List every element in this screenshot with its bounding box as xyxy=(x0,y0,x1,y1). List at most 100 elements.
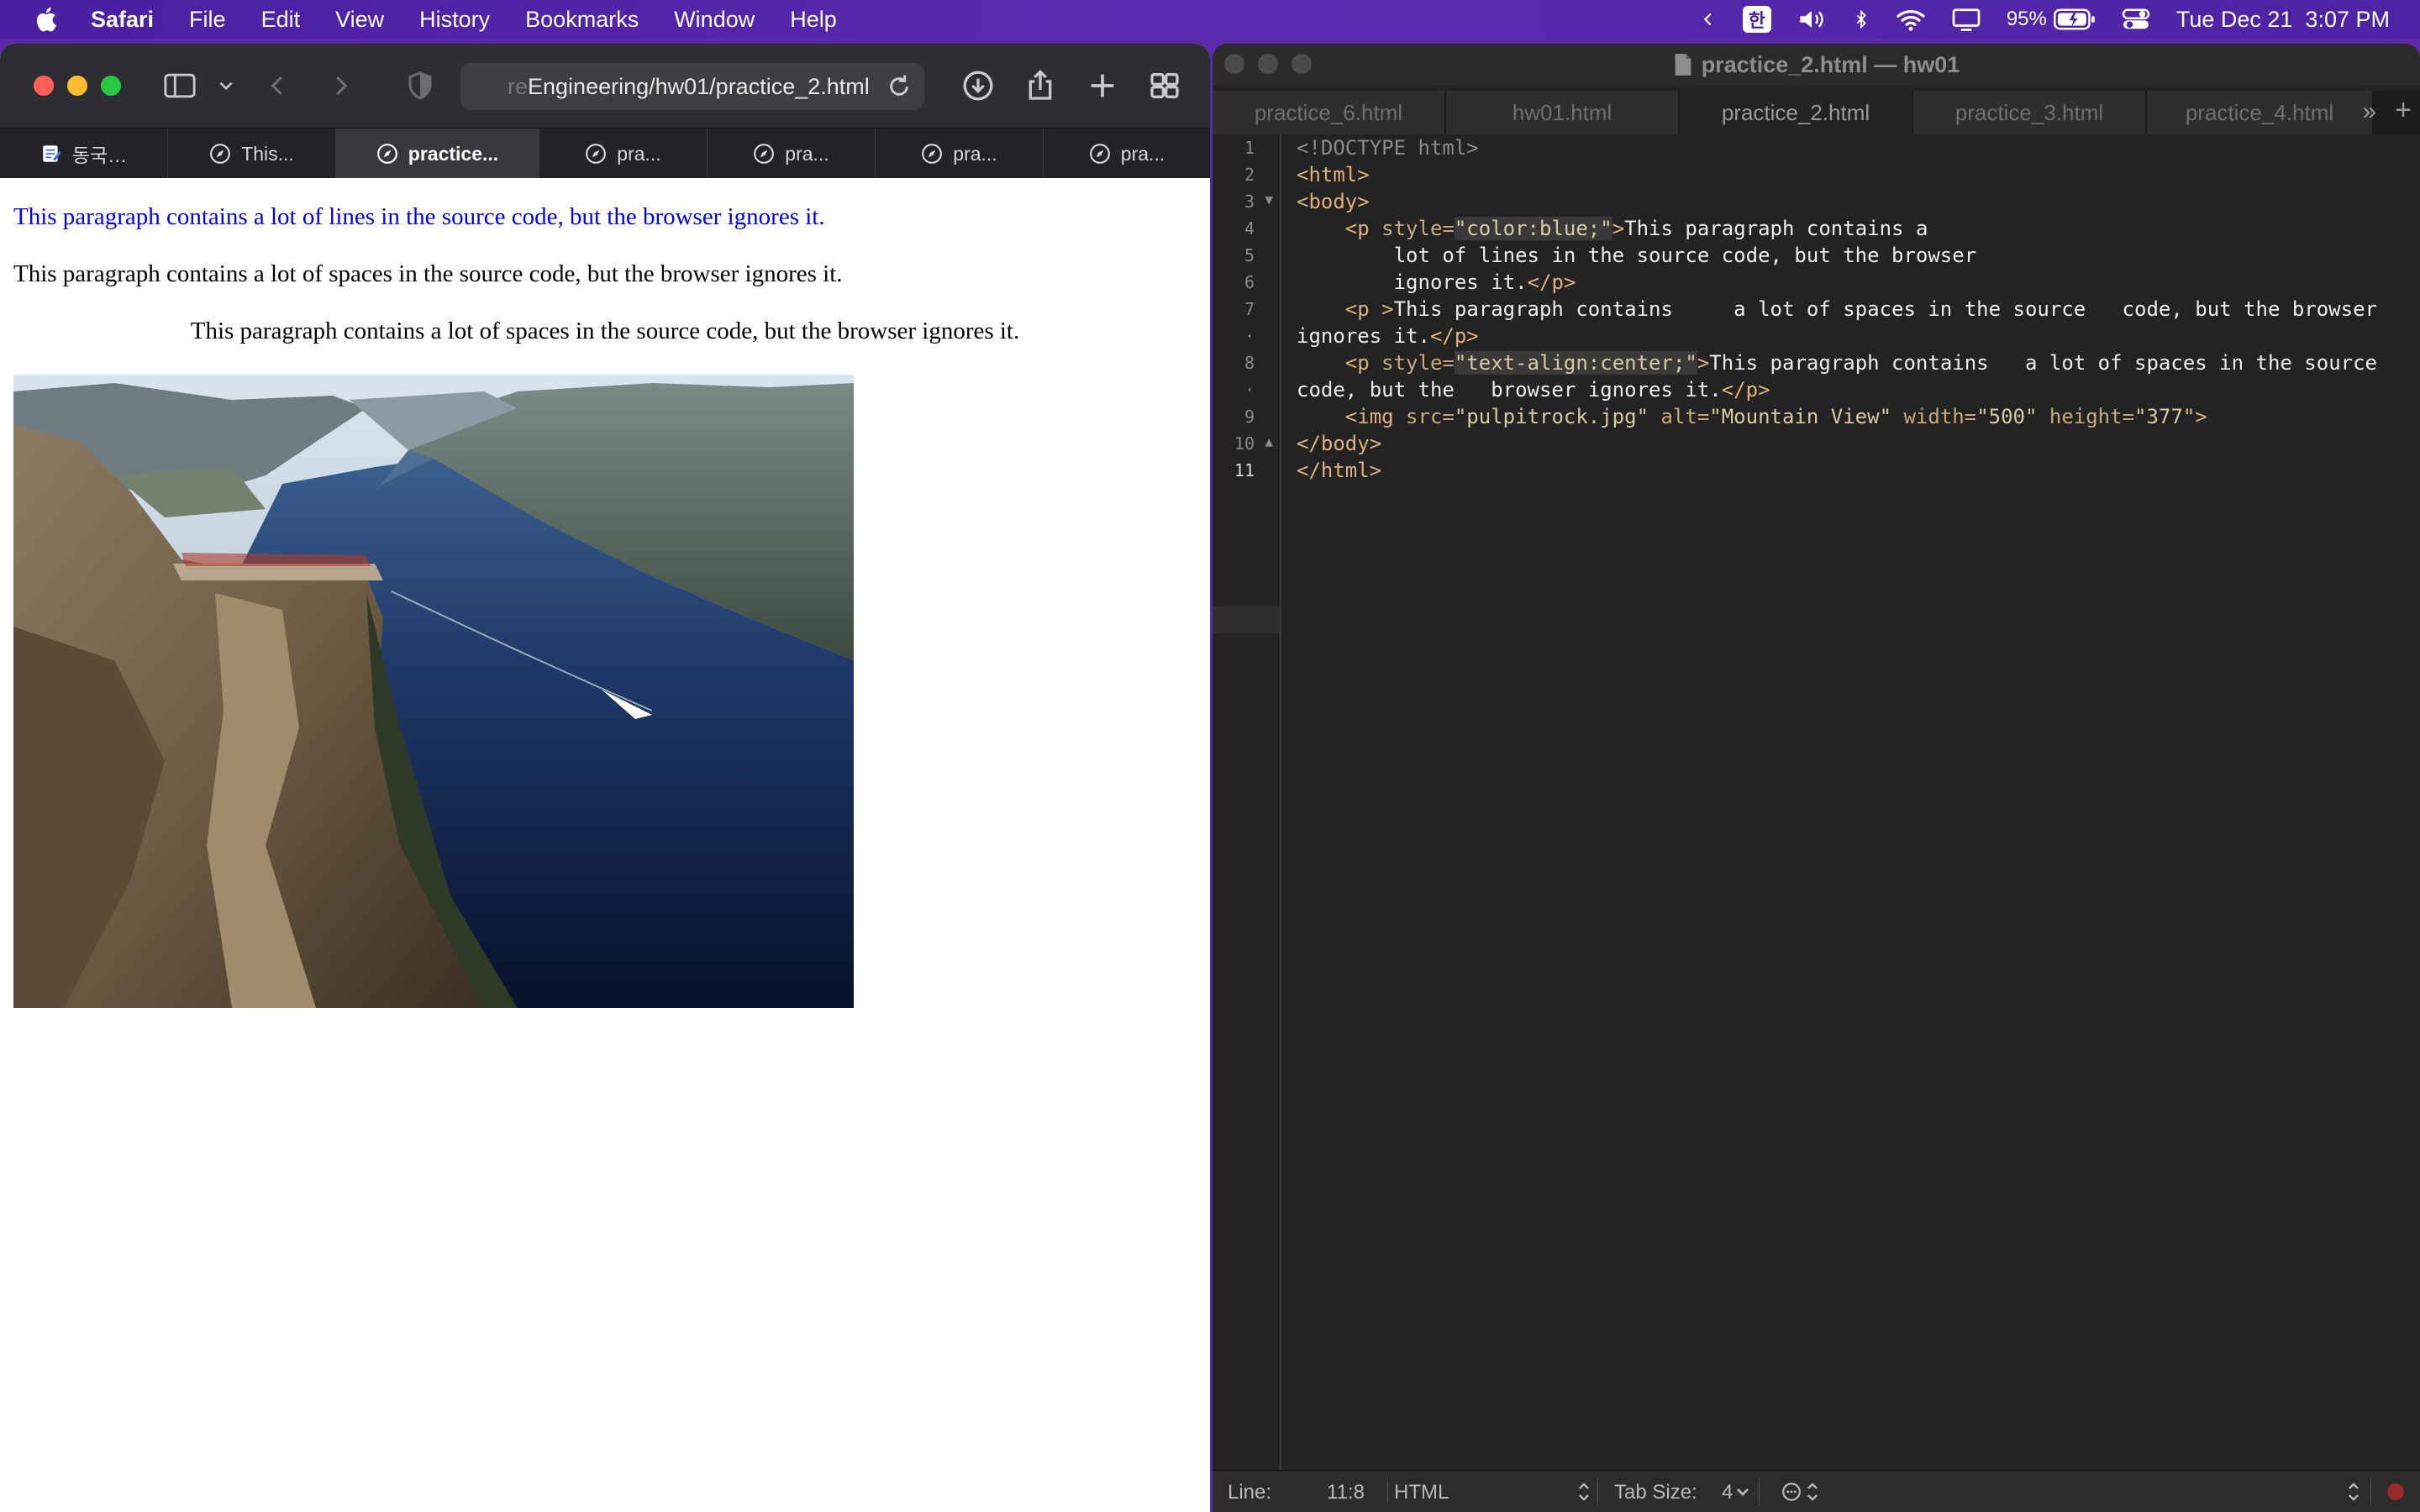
address-bar[interactable]: re Engineering/hw01/practice_2.html xyxy=(460,63,924,110)
tab-practice-2[interactable]: practice_2.html xyxy=(1680,91,1913,134)
compass-icon xyxy=(922,144,943,164)
editor-window: practice_2.html — hw01 practice_6.html h… xyxy=(1213,44,2420,1512)
volume-icon[interactable] xyxy=(1797,7,1827,32)
chevron-left-icon[interactable] xyxy=(1699,7,1718,32)
bluetooth-icon[interactable] xyxy=(1852,7,1870,32)
updown-chevron-icon[interactable] xyxy=(1806,1481,1819,1503)
tab-size-label[interactable]: Tab Size: xyxy=(1614,1481,1697,1504)
zoom-window-button[interactable] xyxy=(101,76,121,96)
tab-practice-4[interactable]: practice_4.html xyxy=(2147,91,2374,134)
document-icon xyxy=(1675,54,1691,76)
line-number: 2 xyxy=(1244,165,1255,185)
line-number: 10 xyxy=(1234,433,1255,454)
line-number: 4 xyxy=(1244,218,1255,239)
line-number: 7 xyxy=(1244,299,1255,319)
tab-pra-1[interactable]: pra... xyxy=(539,129,708,179)
fold-arrow-down-icon[interactable]: ▼ xyxy=(1265,192,1273,207)
input-source-icon[interactable]: 한 xyxy=(1742,6,1771,33)
minimize-window-button[interactable] xyxy=(1258,54,1278,74)
menu-safari[interactable]: Safari xyxy=(91,7,154,33)
share-icon[interactable] xyxy=(1023,69,1057,102)
code-line: lot of lines in the source code, but the… xyxy=(1297,244,1977,267)
tab-pra-4[interactable]: pra... xyxy=(1044,129,1210,179)
mountain-view-image xyxy=(13,375,854,1008)
battery-percent: 95% xyxy=(2006,8,2047,30)
battery-icon[interactable] xyxy=(2053,7,2096,32)
tab-this[interactable]: This... xyxy=(168,129,336,179)
address-faded: re xyxy=(508,73,529,99)
close-window-button[interactable] xyxy=(1224,54,1244,74)
tab-hw01[interactable]: hw01.html xyxy=(1446,91,1680,134)
compass-icon xyxy=(376,144,397,164)
code-line: </html> xyxy=(1297,459,1382,482)
menu-file[interactable]: File xyxy=(189,7,226,33)
tab-size-value[interactable]: 4 xyxy=(1722,1481,1733,1504)
menu-history[interactable]: History xyxy=(419,7,490,33)
paragraph-blue: This paragraph contains a lot of lines i… xyxy=(13,203,825,230)
new-tab-icon[interactable]: + xyxy=(2395,94,2412,127)
menu-window[interactable]: Window xyxy=(674,7,755,33)
line-number: 5 xyxy=(1244,245,1255,265)
divider xyxy=(1597,1479,1598,1504)
tab-pra-2[interactable]: pra... xyxy=(708,129,876,179)
tab-label: This... xyxy=(241,142,294,165)
menu-bookmarks[interactable]: Bookmarks xyxy=(525,7,639,33)
compass-icon xyxy=(754,144,775,164)
tab-practice-6[interactable]: practice_6.html xyxy=(1213,91,1446,134)
code-line: <p >This paragraph contains a lot of spa… xyxy=(1297,297,2377,321)
current-line-highlight xyxy=(1213,606,1280,633)
menu-help[interactable]: Help xyxy=(790,7,837,33)
tab-label: pra... xyxy=(785,142,829,165)
line-number: 3 xyxy=(1244,192,1255,212)
code-line: code, but the browser ignores it.</p> xyxy=(1297,378,1770,402)
line-number: 1 xyxy=(1244,138,1255,158)
safari-window: re Engineering/hw01/practice_2.html 동국… … xyxy=(0,44,1210,1512)
chevron-down-icon[interactable] xyxy=(215,69,237,102)
cursor-position[interactable]: 11:8 xyxy=(1327,1481,1365,1504)
wifi-icon[interactable] xyxy=(1896,7,1926,32)
line-number-current: 11 xyxy=(1234,460,1255,480)
code-line: <p style="color:blue;">This paragraph co… xyxy=(1297,217,1928,240)
updown-chevron-icon[interactable] xyxy=(2347,1481,2360,1503)
syntax-selector[interactable]: HTML xyxy=(1394,1481,1449,1504)
sidebar-toggle-icon[interactable] xyxy=(163,69,197,102)
notes-icon xyxy=(43,145,61,162)
forward-icon[interactable] xyxy=(328,69,353,102)
tab-label: practice... xyxy=(408,142,499,165)
close-window-button[interactable] xyxy=(34,76,54,96)
tab-practice-2[interactable]: practice... xyxy=(336,129,539,179)
tab-label: pra... xyxy=(1120,142,1165,165)
editor-status-bar: Line: 11:8 HTML Tab Size: 4 xyxy=(1213,1470,2420,1512)
minimize-window-button[interactable] xyxy=(67,76,87,96)
downloads-icon[interactable] xyxy=(961,69,995,102)
code-line: <!DOCTYPE html> xyxy=(1297,136,1479,160)
chevron-down-icon[interactable] xyxy=(1735,1485,1750,1499)
tab-practice-3[interactable]: practice_3.html xyxy=(1913,91,2147,134)
new-tab-icon[interactable] xyxy=(1086,69,1119,102)
compass-icon xyxy=(210,144,231,164)
code-line: <p style="text-align:center;">This parag… xyxy=(1297,351,2378,375)
menu-clock[interactable]: Tue Dec 21 3:07 PM xyxy=(2176,7,2390,33)
line-number-gutter: 1 2 3 ▼ 4 5 6 7 · 8 · 9 10 ▲ 11 xyxy=(1213,134,1281,1478)
tab-overview-icon[interactable] xyxy=(1148,69,1181,102)
reload-icon[interactable] xyxy=(886,73,913,100)
fold-arrow-up-icon[interactable]: ▲ xyxy=(1265,433,1273,449)
zoom-window-button[interactable] xyxy=(1292,54,1312,74)
more-tabs-icon[interactable]: » xyxy=(2362,97,2376,126)
settings-menu-icon[interactable] xyxy=(1781,1481,1802,1503)
apple-logo-icon[interactable] xyxy=(32,4,62,34)
address-text: Engineering/hw01/practice_2.html xyxy=(528,73,870,99)
code-line: </body> xyxy=(1297,432,1382,455)
tab-notes[interactable]: 동국… xyxy=(0,129,168,179)
back-icon[interactable] xyxy=(266,69,291,102)
tab-pra-3[interactable]: pra... xyxy=(876,129,1044,179)
menu-view[interactable]: View xyxy=(335,7,384,33)
updown-chevron-icon[interactable] xyxy=(1577,1481,1591,1503)
control-center-icon[interactable] xyxy=(2121,7,2151,32)
privacy-shield-icon[interactable] xyxy=(405,69,435,102)
record-indicator-icon[interactable] xyxy=(2386,1482,2406,1502)
compass-icon xyxy=(586,144,607,164)
menu-edit[interactable]: Edit xyxy=(261,7,301,33)
display-icon[interactable] xyxy=(1951,7,1981,32)
window-controls xyxy=(1224,54,1325,74)
